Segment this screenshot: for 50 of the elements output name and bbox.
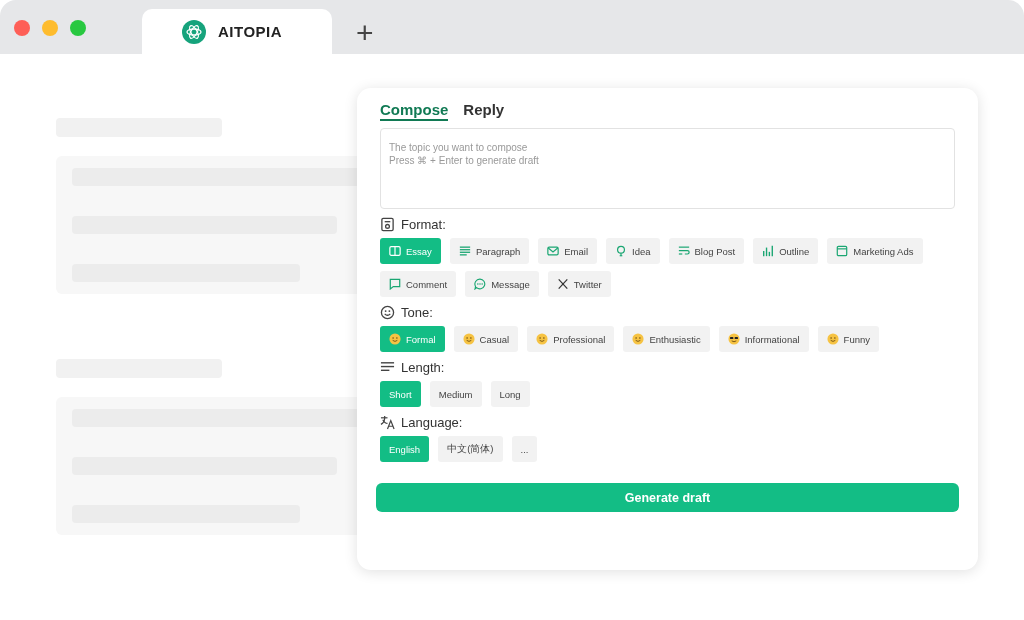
translate-icon (380, 415, 395, 430)
option-chip[interactable]: Enthusiastic (623, 326, 710, 352)
option-chip[interactable]: Paragraph (449, 238, 530, 264)
chat-dots-icon (474, 278, 487, 290)
option-chip[interactable]: Informational (718, 326, 809, 352)
option-chip[interactable]: Long (490, 381, 530, 407)
book-icon (389, 245, 401, 257)
panel-tab[interactable]: Compose (380, 98, 449, 121)
option-chip[interactable]: Medium (429, 381, 482, 407)
text-wrap-icon (677, 245, 690, 257)
option-chip[interactable]: Message (465, 271, 539, 297)
option-chip[interactable]: Outline (753, 238, 819, 264)
option-chip[interactable]: Funny (817, 326, 879, 352)
smiley-icon (380, 305, 395, 320)
section-label: Format: (401, 217, 446, 232)
speech-bubble-icon (389, 278, 401, 290)
maximize-window-icon[interactable] (70, 20, 86, 36)
smiley-icon (632, 333, 645, 345)
option-chip[interactable]: ... (511, 436, 538, 462)
section-label: Language: (401, 415, 463, 430)
envelope-icon (547, 245, 560, 257)
new-tab-button[interactable]: + (356, 18, 374, 48)
option-chip[interactable]: Casual (453, 326, 519, 352)
option-chip[interactable]: Idea (606, 238, 660, 264)
x-logo-icon (556, 278, 569, 290)
option-chip[interactable]: Blog Post (668, 238, 745, 264)
sunglasses-face-icon (727, 333, 740, 345)
browser-tab[interactable]: AITOPIA (142, 9, 332, 54)
panel-tab[interactable]: Reply (463, 98, 505, 121)
smiley-icon (389, 333, 401, 345)
option-chip[interactable]: Comment (380, 271, 457, 297)
paragraph-icon (458, 245, 471, 257)
topic-field[interactable]: The topic you want to compose Press ⌘ + Enter to generate draft (380, 128, 955, 209)
section-label: Tone: (401, 305, 433, 320)
window-icon (836, 245, 849, 257)
section-label: Length: (401, 360, 445, 375)
lightbulb-icon (615, 245, 627, 257)
minimize-window-icon[interactable] (42, 20, 58, 36)
option-chip[interactable]: Twitter (547, 271, 611, 297)
atom-logo-icon (182, 19, 206, 44)
smiley-icon (462, 333, 475, 345)
close-window-icon[interactable] (14, 20, 30, 36)
smiley-icon (826, 333, 839, 345)
option-chip[interactable]: Professional (527, 326, 615, 352)
document-icon (380, 217, 395, 232)
option-chip[interactable]: Marketing Ads (827, 238, 923, 264)
option-chip[interactable]: Email (538, 238, 597, 264)
smiley-icon (536, 333, 549, 345)
option-chip[interactable]: 中文(简体) (438, 436, 503, 462)
bar-chart-icon (762, 245, 775, 257)
